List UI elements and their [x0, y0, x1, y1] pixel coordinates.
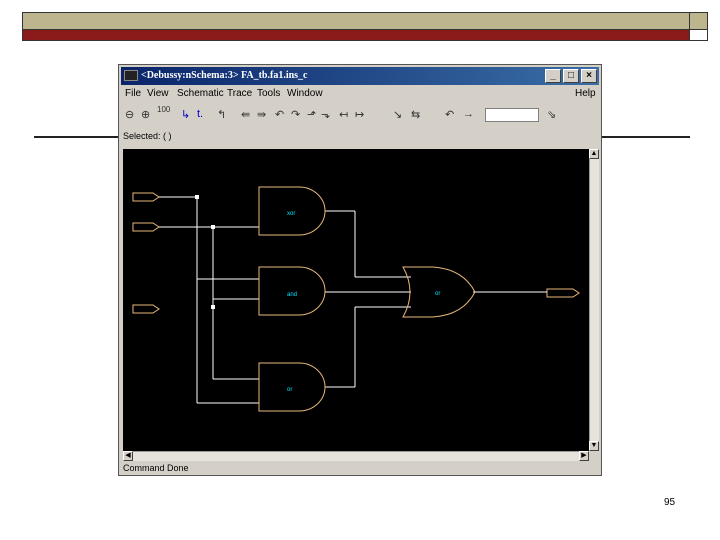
nav-back-icon[interactable]: ⇚	[241, 108, 250, 121]
and-gate-2[interactable]	[258, 266, 326, 316]
nav-forward-icon[interactable]: ⇛	[257, 108, 266, 121]
prev-page-icon[interactable]: ↤	[339, 108, 348, 121]
horizontal-scrollbar[interactable]: ◀ ▶	[123, 451, 589, 461]
window-title: <Debussy:nSchema:3> FA_tb.fa1.ins_c	[141, 70, 308, 81]
selected-label: Selected: ( )	[123, 131, 172, 141]
input-port-a[interactable]	[132, 192, 160, 202]
slide-header-bar	[22, 12, 708, 30]
selected-bar: Selected: ( )	[123, 131, 597, 145]
app-icon	[124, 70, 138, 81]
trace-load-icon[interactable]: t.	[197, 108, 203, 120]
minimize-button[interactable]: _	[545, 69, 561, 83]
trace-driver-icon[interactable]: ↳	[181, 108, 190, 121]
scroll-right-icon[interactable]: ▶	[579, 451, 589, 461]
vertical-scrollbar[interactable]: ▲ ▼	[589, 149, 599, 451]
menu-tools[interactable]: Tools	[257, 88, 280, 99]
schematic-drawing: xor and or or	[132, 186, 580, 412]
header-corner-box	[689, 13, 707, 29]
junction-dot-c	[211, 305, 215, 309]
menu-help[interactable]: Help	[575, 88, 596, 99]
menu-view[interactable]: View	[147, 88, 169, 99]
status-bar: Command Done	[123, 463, 597, 475]
title-bar[interactable]: <Debussy:nSchema:3> FA_tb.fa1.ins_c _ □ …	[121, 67, 599, 85]
close-button[interactable]: ×	[581, 69, 597, 83]
wires	[159, 196, 547, 404]
junction-dot-a	[195, 195, 199, 199]
menu-schematic[interactable]: Schematic	[177, 88, 224, 99]
zoom-out-icon[interactable]: ⊖	[125, 108, 134, 121]
scroll-down-icon[interactable]: ▼	[589, 441, 599, 451]
slide-rule-right	[602, 136, 690, 138]
swap-icon[interactable]: ⇆	[411, 108, 420, 121]
status-text: Command Done	[123, 463, 189, 473]
input-port-cin[interactable]	[132, 304, 160, 314]
gate-label-3: or	[287, 387, 292, 393]
search-forward-icon[interactable]: →	[463, 108, 474, 120]
schematic-window: <Debussy:nSchema:3> FA_tb.fa1.ins_c _ □ …	[118, 64, 602, 476]
menu-window[interactable]: Window	[287, 88, 323, 99]
schematic-canvas[interactable]: xor and or or	[123, 149, 589, 451]
menu-trace[interactable]: Trace	[227, 88, 252, 99]
search-back-icon[interactable]: ↶	[445, 108, 454, 121]
next-page-icon[interactable]: ↦	[355, 108, 364, 121]
output-port[interactable]	[546, 288, 580, 298]
gate-label-1: xor	[287, 211, 295, 217]
maximize-button[interactable]: □	[563, 69, 579, 83]
header-accent-box	[689, 30, 707, 40]
slide-rule-left	[34, 136, 120, 138]
menu-bar: File View Schematic Trace Tools Window H…	[123, 87, 597, 102]
push-down-icon[interactable]: ⬎	[321, 108, 330, 121]
scroll-left-icon[interactable]: ◀	[123, 451, 133, 461]
redo-icon[interactable]: ↷	[291, 108, 300, 121]
push-up-icon[interactable]: ⬏	[307, 108, 316, 121]
search-go-icon[interactable]: ⇘	[547, 108, 556, 121]
zoom-in-icon[interactable]: ⊕	[141, 108, 150, 121]
gate-label-2: and	[287, 292, 297, 298]
zoom-fit-icon[interactable]: 100	[157, 105, 170, 114]
scroll-up-icon[interactable]: ▲	[589, 149, 599, 159]
toolbar: ⊖ ⊕ 100 ↳ t. ↰ ⇚ ⇛ ↶ ↷ ⬏ ⬎ ↤ ↦ ↘ ⇆ ↶ → ⇘	[123, 105, 597, 127]
undo-icon[interactable]: ↶	[275, 108, 284, 121]
junction-dot-b	[211, 225, 215, 229]
search-input[interactable]	[485, 108, 539, 122]
trace-back-icon[interactable]: ↰	[217, 108, 226, 121]
page-number: 95	[664, 497, 676, 508]
slide-header-accent	[22, 30, 708, 41]
input-port-b[interactable]	[132, 222, 160, 232]
menu-file[interactable]: File	[125, 88, 141, 99]
gate-label-or: or	[435, 291, 440, 297]
find-icon[interactable]: ↘	[393, 108, 402, 121]
